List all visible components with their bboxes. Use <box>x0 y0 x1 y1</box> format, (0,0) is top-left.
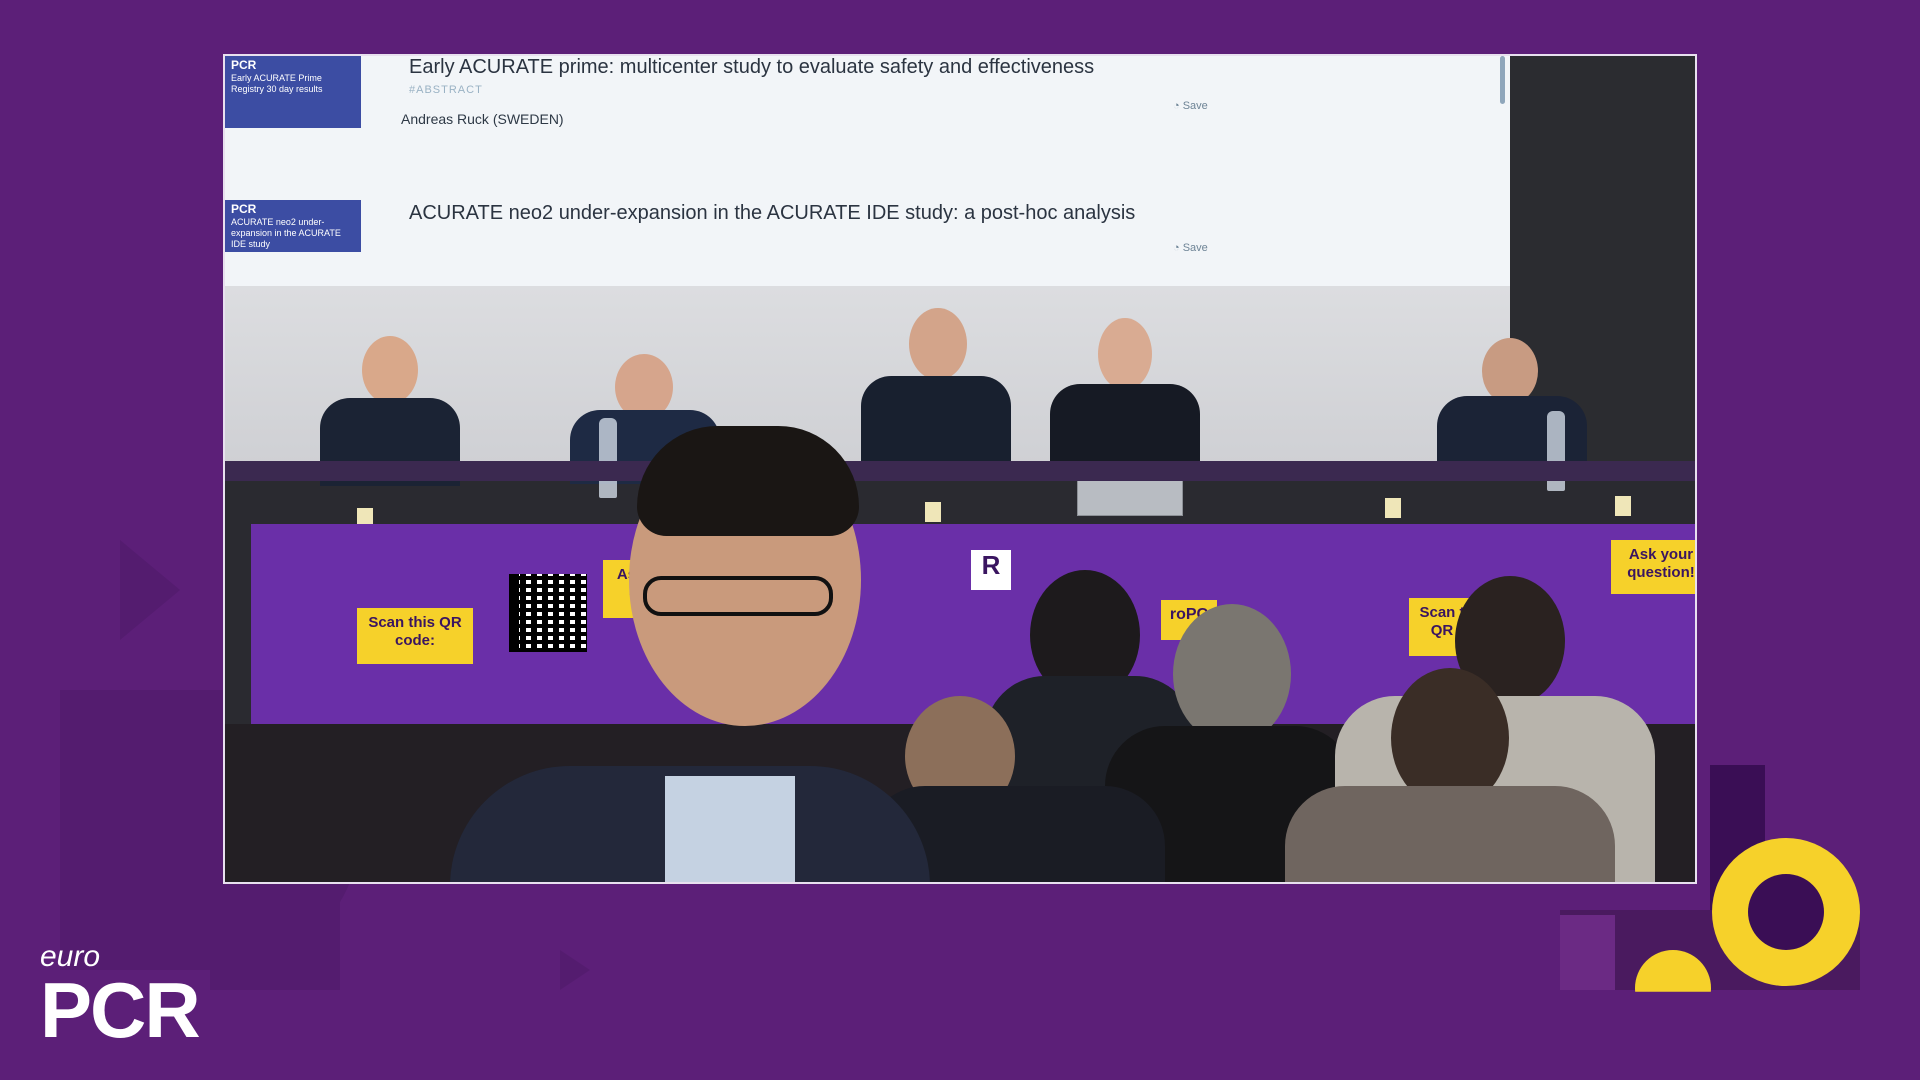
abstract-title: ACURATE neo2 under-expansion in the ACUR… <box>409 202 1136 224</box>
projection-screen: PCR Early ACURATE Prime Registry 30 day … <box>225 56 1510 286</box>
abstract-thumbnail: PCR ACURATE neo2 under-expansion in the … <box>225 200 361 252</box>
thumbnail-brand: PCR <box>231 202 257 216</box>
eyeglasses <box>643 576 833 616</box>
thumbnail-text: ACURATE neo2 under-expansion in the ACUR… <box>231 217 341 249</box>
ring-decoration-hole <box>1748 874 1824 950</box>
ask-question-sign-right: Ask your question! <box>1611 540 1695 594</box>
abstract-title: Early ACURATE prime: multicenter study t… <box>409 56 1095 78</box>
panelist-4 <box>1050 318 1200 478</box>
audience-body <box>1285 786 1615 882</box>
speaker-name: Andreas Ruck (SWEDEN) <box>401 111 564 127</box>
cup <box>925 502 941 522</box>
session-item: PCR Early ACURATE Prime Registry 30 day … <box>225 56 1510 156</box>
thumbnail-brand: PCR <box>231 58 257 72</box>
scan-qr-sign: Scan this QR code: <box>357 608 473 664</box>
screen-scrollbar <box>1500 56 1505 104</box>
session-item: PCR ACURATE neo2 under-expansion in the … <box>225 200 1510 286</box>
brand-sign: R <box>971 550 1011 590</box>
cup <box>1385 498 1401 518</box>
save-link: ◔ Save <box>1173 242 1208 254</box>
panelist-3 <box>861 308 1011 478</box>
thumbnail-text: Early ACURATE Prime Registry 30 day resu… <box>231 73 323 94</box>
save-link: ◔ Save <box>1173 100 1208 112</box>
europcr-logo-pcr: PCR <box>40 966 201 1054</box>
video-frame: PCR Early ACURATE Prime Registry 30 day … <box>223 54 1697 884</box>
water-bottle <box>599 418 617 498</box>
cup <box>1615 496 1631 516</box>
save-label: Save <box>1182 242 1208 254</box>
bookmark-icon: ◔ <box>1173 100 1183 112</box>
audience-head <box>1173 604 1291 744</box>
bookmark-icon: ◔ <box>1173 242 1183 254</box>
panel-table <box>225 461 1695 481</box>
qr-code <box>509 574 587 652</box>
abstract-tag: #ABSTRACT <box>409 84 483 96</box>
foreground-person-shirt <box>665 776 795 882</box>
abstract-thumbnail: PCR Early ACURATE Prime Registry 30 day … <box>225 56 361 128</box>
save-label: Save <box>1182 100 1208 112</box>
foreground-person-hair <box>637 426 859 536</box>
